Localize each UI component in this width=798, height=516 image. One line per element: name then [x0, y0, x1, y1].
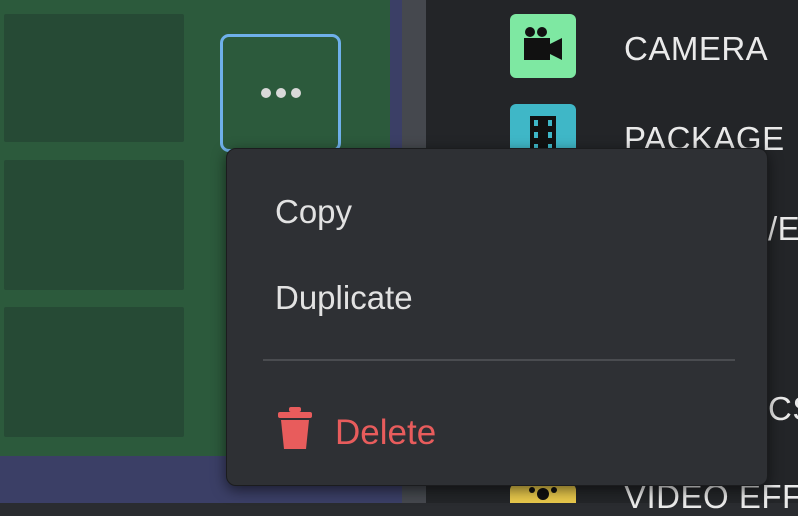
- card-slot[interactable]: [4, 160, 184, 290]
- camera-icon[interactable]: [510, 14, 576, 78]
- trash-icon: [277, 407, 313, 458]
- ellipsis-icon: [275, 88, 286, 98]
- ellipsis-icon: [290, 88, 301, 98]
- list-item-label[interactable]: CS: [768, 390, 798, 428]
- copy-menu-item[interactable]: Copy: [275, 193, 352, 231]
- video-effect-icon[interactable]: [510, 484, 576, 503]
- card-slot[interactable]: [4, 307, 184, 437]
- list-item-label[interactable]: /E: [768, 210, 798, 248]
- context-menu: Copy Duplicate Delete: [226, 148, 768, 486]
- delete-menu-item[interactable]: Delete: [277, 407, 436, 458]
- more-options-button[interactable]: [220, 34, 341, 152]
- delete-label: Delete: [335, 412, 437, 452]
- duplicate-menu-item[interactable]: Duplicate: [275, 279, 413, 317]
- card-slot[interactable]: [4, 14, 184, 142]
- menu-divider: [263, 359, 735, 361]
- list-item-label[interactable]: CAMERA: [624, 30, 768, 68]
- ellipsis-icon: [260, 88, 271, 98]
